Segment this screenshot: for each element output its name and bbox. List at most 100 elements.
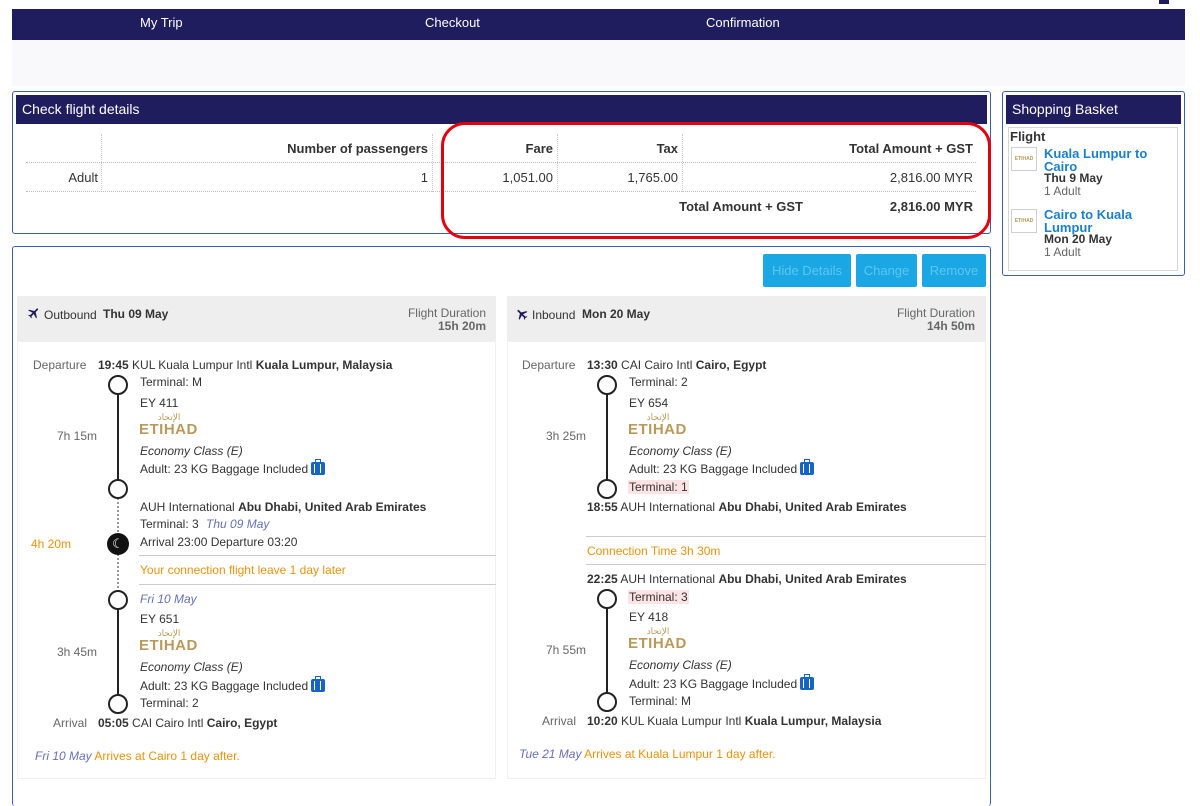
outbound-date: Thu 09 May (103, 307, 169, 321)
panel-title: Check flight details (16, 95, 987, 124)
seg2-terminal: Terminal: 3 (628, 590, 689, 604)
arrival-label: Arrival (53, 716, 88, 730)
timeline-stop (597, 479, 617, 499)
arr-city: Kuala Lumpur, Malaysia (744, 714, 882, 728)
row-passenger-type: Adult (68, 170, 98, 185)
cabin-class: Economy Class (E) (140, 444, 243, 458)
sub-band (12, 40, 1185, 86)
header-passengers: Number of passengers (287, 141, 428, 156)
timeline-stop (108, 375, 128, 395)
outbound-footer: Fri 10 May Arrives at Cairo 1 day after. (35, 749, 240, 763)
next-day-note: Your connection flight leave 1 day later (140, 563, 346, 577)
highlight-annotation (441, 122, 991, 239)
moon-icon: ☾ (107, 533, 129, 555)
conn-terminal-row: Terminal: 3 Thu 09 May (140, 517, 269, 531)
basket-title: Shopping Basket (1006, 95, 1181, 124)
connection-airport: AUH International Abu Dhabi, United Arab… (140, 500, 426, 514)
inbound-footer: Tue 21 May Arrives at Kuala Lumpur 1 day… (519, 747, 776, 761)
arr-city: Cairo, Egypt (206, 716, 278, 730)
timeline-line (606, 598, 608, 702)
col-divider (432, 134, 433, 192)
baggage-info: Adult: 23 KG Baggage Included (629, 674, 815, 691)
dep-time: 13:30 (587, 358, 618, 372)
airline-logo-icon: ETIHAD (1011, 147, 1037, 171)
segment-duration: 3h 45m (57, 645, 98, 659)
conn-terminal: Terminal: 3 (140, 517, 199, 531)
nav-confirmation[interactable]: Confirmation (706, 15, 780, 30)
col-divider (101, 134, 102, 192)
seg1-arr-terminal: Terminal: 1 (628, 480, 689, 494)
change-button[interactable]: Change (856, 254, 917, 287)
outbound-duration-label: Flight Duration (407, 306, 486, 320)
baggage-text: Adult: 23 KG Baggage Included (140, 679, 309, 693)
dep-city: Cairo, Egypt (695, 358, 767, 372)
conn-time: 18:55 (587, 500, 618, 514)
arr-time: 10:20 (587, 714, 618, 728)
basket-item-route-2[interactable]: Cairo to Kuala Lumpur (1044, 208, 1169, 234)
baggage-info: Adult: 23 KG Baggage Included (140, 459, 326, 476)
foot-date: Tue 21 May (519, 747, 582, 761)
basket-item-pax-1: 1 Adult (1044, 184, 1081, 198)
timeline-line (117, 384, 119, 488)
dep-city: Kuala Lumpur, Malaysia (255, 358, 393, 372)
airline-logo-icon: ETIHAD (1011, 209, 1037, 233)
timeline-line (606, 384, 608, 488)
row-passenger-count: 1 (420, 170, 428, 185)
flight-number: EY 654 (629, 396, 669, 410)
nav-checkout[interactable]: Checkout (425, 15, 480, 30)
luggage-icon (800, 459, 815, 475)
layover-duration: 4h 20m (31, 537, 72, 551)
outbound-label: Outbound (44, 308, 97, 322)
outbound-departure: 19:45 KUL Kuala Lumpur Intl Kuala Lumpur… (98, 358, 392, 372)
separator (586, 564, 986, 565)
dep-time: 19:45 (98, 358, 129, 372)
segment-duration: 3h 25m (546, 429, 587, 443)
connection-time: Connection Time 3h 30m (587, 544, 721, 558)
timeline-stop (108, 694, 128, 714)
inbound-duration: 14h 50m (926, 319, 975, 333)
inbound-duration-label: Flight Duration (896, 306, 975, 320)
basket-item-route-1[interactable]: Kuala Lumpur to Cairo (1044, 147, 1169, 173)
separator (139, 555, 496, 556)
arrival-label: Arrival (542, 714, 577, 728)
conn-city: Abu Dhabi, United Arab Emirates (238, 500, 427, 514)
airplane-icon (517, 309, 528, 320)
basket-section-title: Flight (1010, 129, 1046, 144)
inbound-departure: 13:30 CAI Cairo Intl Cairo, Egypt (587, 358, 766, 372)
cabin-class: Economy Class (E) (629, 444, 732, 458)
etihad-logo: الإتحاد ETIHAD (628, 412, 687, 438)
seg2-city: Abu Dhabi, United Arab Emirates (718, 572, 907, 586)
separator (139, 584, 496, 585)
etihad-logo: الإتحاد ETIHAD (139, 412, 198, 438)
conn-airport: AUH International (620, 500, 716, 514)
timeline-line (117, 609, 119, 705)
arr-terminal: Terminal: M (629, 694, 692, 708)
hide-details-button[interactable]: Hide Details (763, 254, 851, 287)
cabin-class: Economy Class (E) (140, 660, 243, 674)
airplane-icon (28, 308, 39, 319)
timeline-stop (108, 590, 128, 610)
flight-number: EY 651 (140, 612, 180, 626)
conn-times: Arrival 23:00 Departure 03:20 (140, 535, 298, 549)
flight-number: EY 418 (629, 610, 669, 624)
arr-terminal: Terminal: 2 (140, 696, 199, 710)
foot-note: Arrives at Kuala Lumpur 1 day after. (584, 747, 776, 761)
etihad-logo: الإتحاد ETIHAD (139, 628, 198, 654)
dep-terminal: Terminal: 2 (629, 375, 688, 389)
dep-terminal: Terminal: M (140, 375, 203, 389)
baggage-text: Adult: 23 KG Baggage Included (140, 462, 309, 476)
departure-label: Departure (33, 358, 87, 372)
nav-my-trip[interactable]: My Trip (140, 15, 183, 30)
timeline-stop (597, 589, 617, 609)
top-nav: My Trip Checkout Confirmation (12, 9, 1185, 40)
conn-city: Abu Dhabi, United Arab Emirates (718, 500, 907, 514)
remove-button[interactable]: Remove (922, 254, 986, 287)
flight-number: EY 411 (140, 396, 179, 410)
inbound-arrival: 10:20 KUL Kuala Lumpur Intl Kuala Lumpur… (587, 714, 881, 728)
luggage-icon (311, 676, 326, 692)
timeline-stop (597, 375, 617, 395)
outbound-card (17, 341, 496, 779)
segment-duration: 7h 55m (546, 643, 587, 657)
conn-date: Thu 09 May (206, 517, 270, 531)
seg2-airport: AUH International (620, 572, 716, 586)
